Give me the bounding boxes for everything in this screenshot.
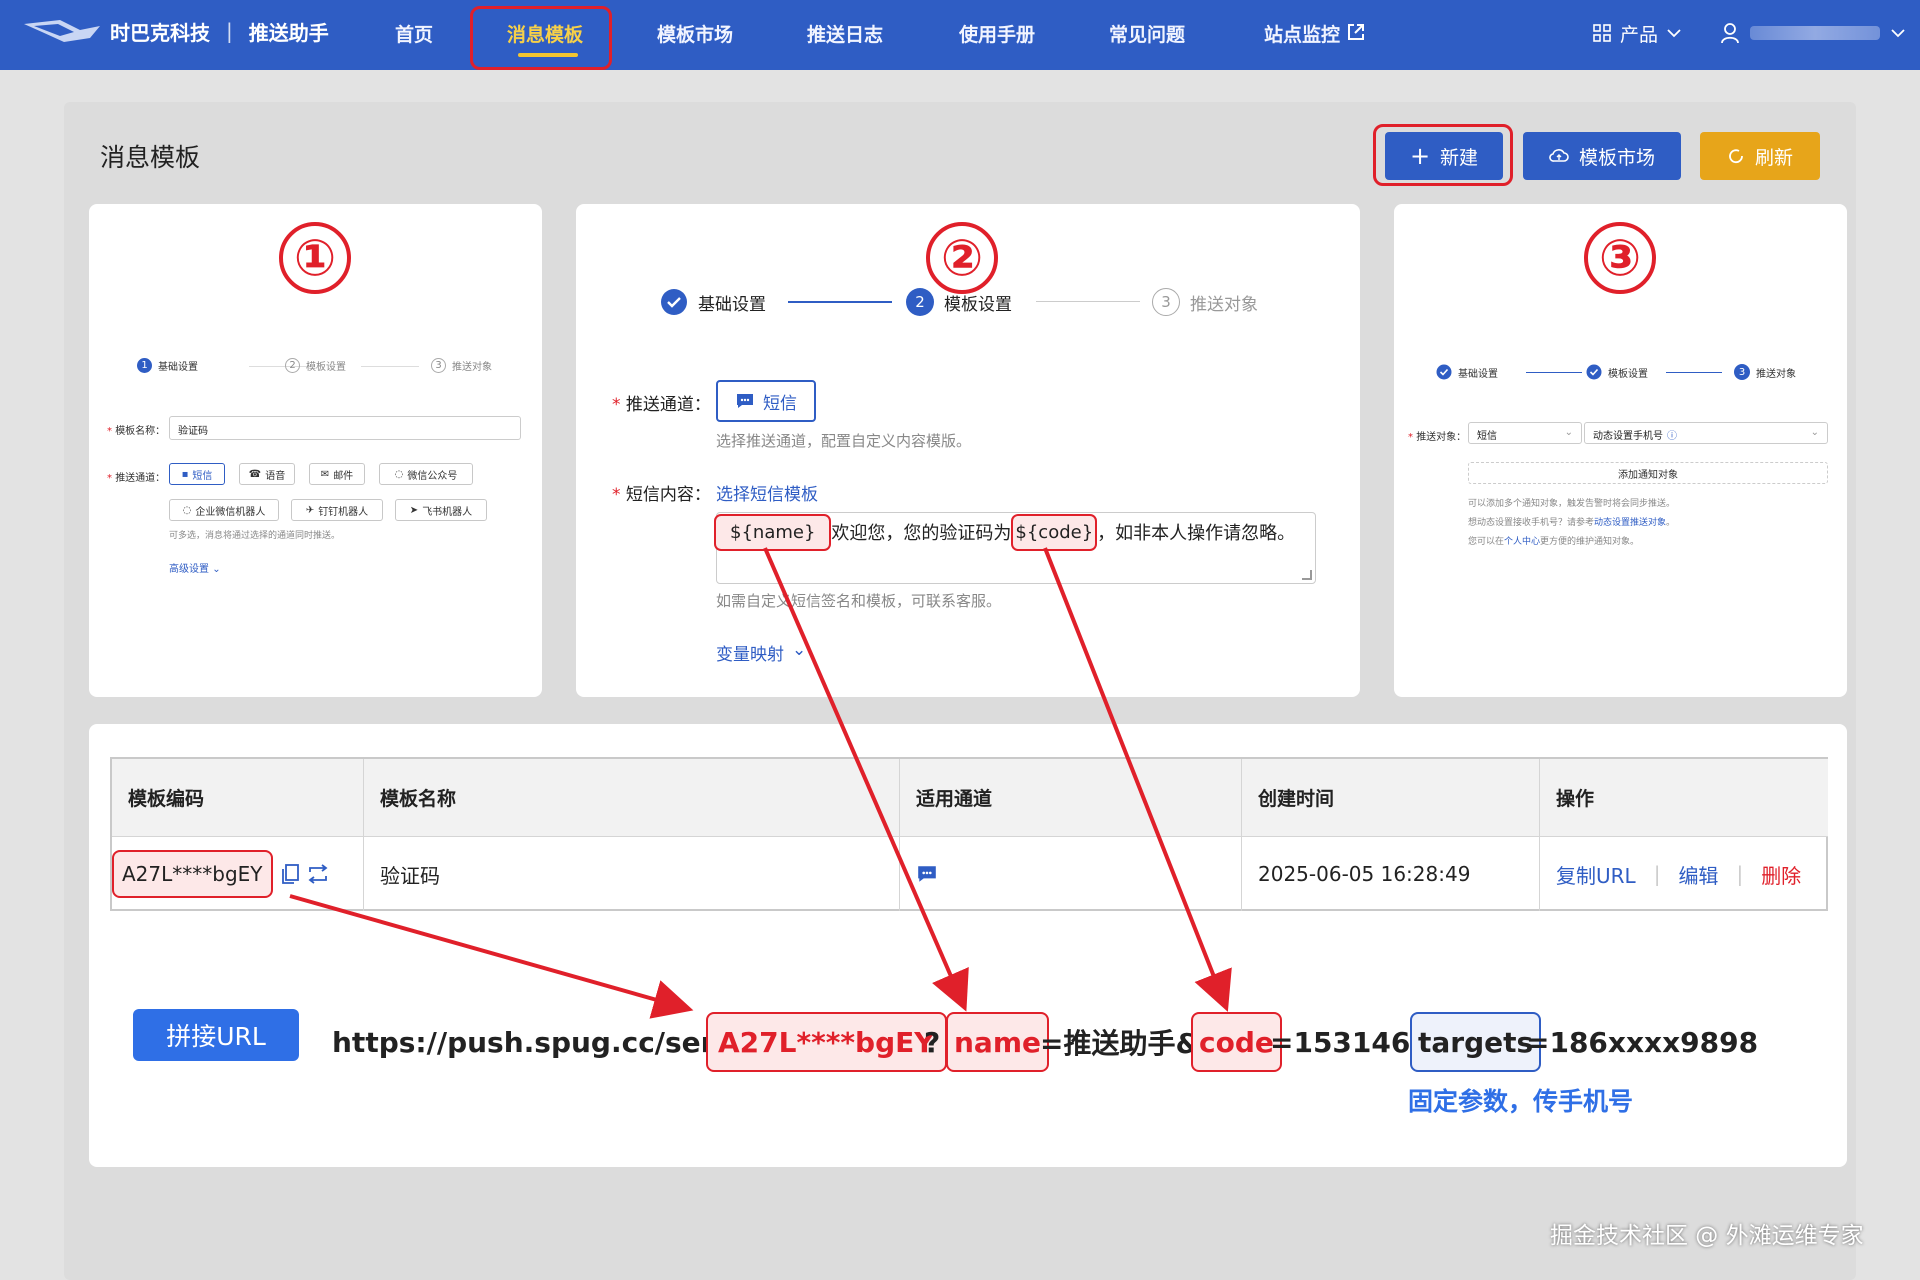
watermark: 掘金技术社区 @ 外滩运维专家 bbox=[1550, 1223, 1864, 1249]
arrow-name-var bbox=[763, 547, 969, 1012]
arrow-template-code bbox=[289, 894, 694, 1019]
annotation-arrows bbox=[289, 547, 1232, 1019]
arrow-code-var bbox=[1043, 547, 1232, 1012]
